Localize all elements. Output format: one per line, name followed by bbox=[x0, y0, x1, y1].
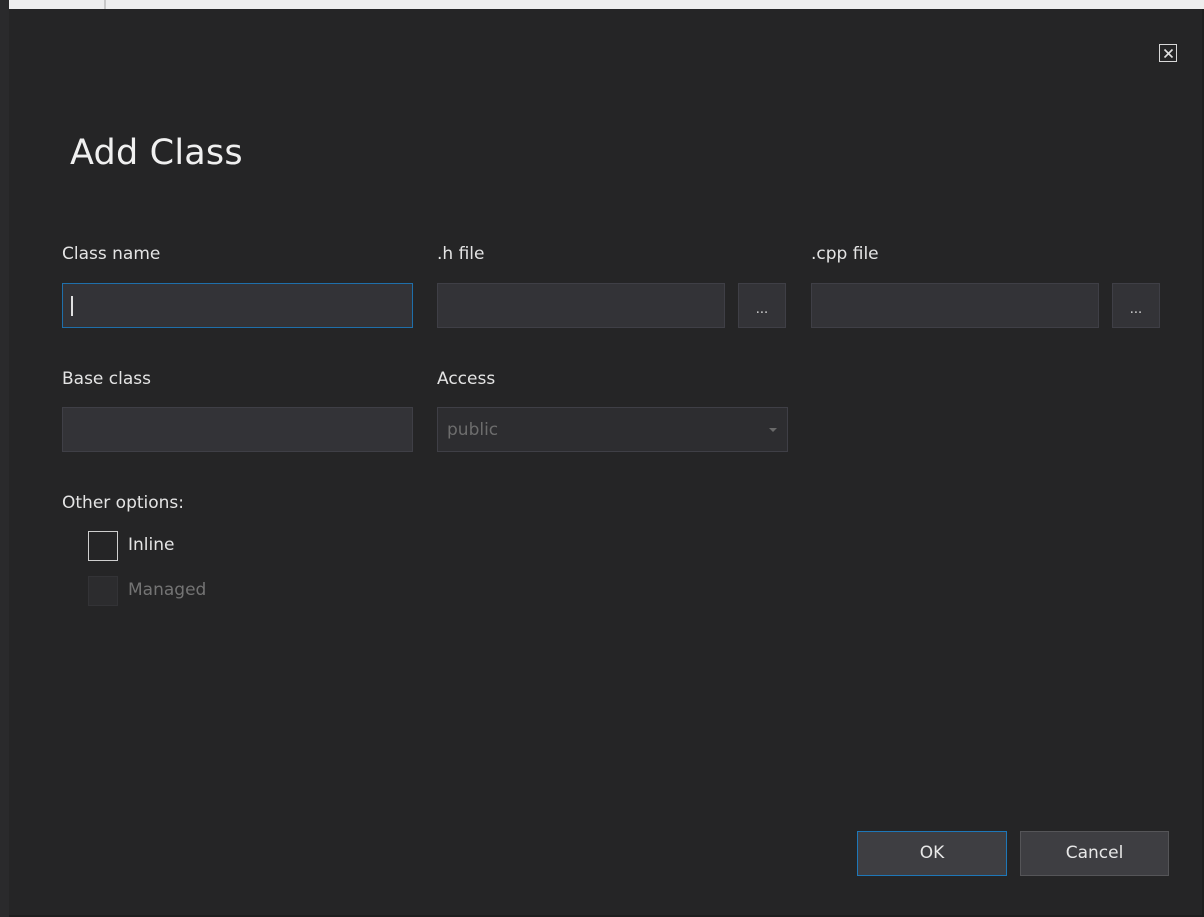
cpp-file-browse-button[interactable]: ... bbox=[1112, 283, 1160, 328]
inline-checkbox[interactable] bbox=[88, 531, 118, 561]
base-class-input[interactable] bbox=[62, 407, 413, 452]
base-class-label: Base class bbox=[62, 369, 152, 389]
h-file-input[interactable] bbox=[437, 283, 725, 328]
access-selected-value: public bbox=[447, 420, 499, 440]
background-divider bbox=[104, 0, 106, 9]
class-name-label: Class name bbox=[62, 244, 161, 264]
inline-checkbox-label[interactable]: Inline bbox=[128, 535, 174, 555]
managed-checkbox bbox=[88, 576, 118, 606]
background-window-left bbox=[0, 0, 9, 917]
ok-button[interactable]: OK bbox=[857, 831, 1007, 876]
access-dropdown[interactable]: public bbox=[437, 407, 788, 452]
close-button[interactable] bbox=[1159, 44, 1177, 62]
close-icon bbox=[1163, 48, 1173, 58]
chevron-down-icon bbox=[769, 428, 777, 432]
access-label: Access bbox=[437, 369, 496, 389]
managed-checkbox-label: Managed bbox=[128, 580, 207, 600]
h-file-browse-button[interactable]: ... bbox=[738, 283, 786, 328]
background-window-top bbox=[0, 0, 1204, 9]
cancel-button[interactable]: Cancel bbox=[1020, 831, 1169, 876]
other-options-heading: Other options: bbox=[62, 493, 185, 513]
cpp-file-input[interactable] bbox=[811, 283, 1099, 328]
dialog-title: Add Class bbox=[70, 133, 243, 173]
cpp-file-label: .cpp file bbox=[811, 244, 879, 264]
class-name-input[interactable] bbox=[62, 283, 413, 328]
text-caret bbox=[71, 296, 73, 316]
add-class-dialog: Add Class Class name .h file .cpp file .… bbox=[9, 9, 1202, 915]
h-file-label: .h file bbox=[437, 244, 485, 264]
